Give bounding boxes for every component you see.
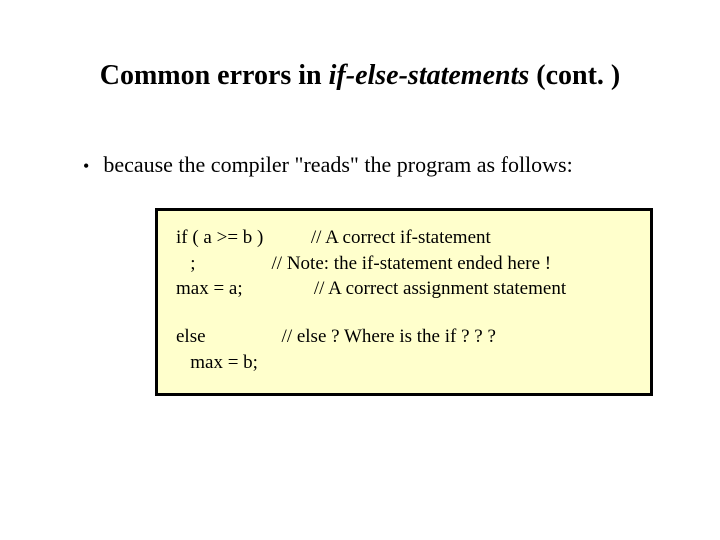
code-line-3: max = a; // A correct assignment stateme… xyxy=(176,276,632,302)
title-pre: Common errors in xyxy=(100,60,329,91)
title-italic: if-else-statements xyxy=(329,60,530,91)
code-line-2: ; // Note: the if-statement ended here ! xyxy=(176,251,632,277)
code-line-5: max = b; xyxy=(176,350,632,376)
code-box: if ( a >= b ) // A correct if-statement … xyxy=(155,208,653,396)
title-post: (cont. ) xyxy=(529,60,620,91)
slide-title: Common errors in if-else-statements (con… xyxy=(55,60,665,92)
code-line-1: if ( a >= b ) // A correct if-statement xyxy=(176,225,632,251)
bullet-row: • because the compiler "reads" the progr… xyxy=(55,152,665,178)
bullet-dot: • xyxy=(83,155,89,177)
code-line-4: else // else ? Where is the if ? ? ? xyxy=(176,324,632,350)
bullet-text: because the compiler "reads" the program… xyxy=(103,152,572,178)
